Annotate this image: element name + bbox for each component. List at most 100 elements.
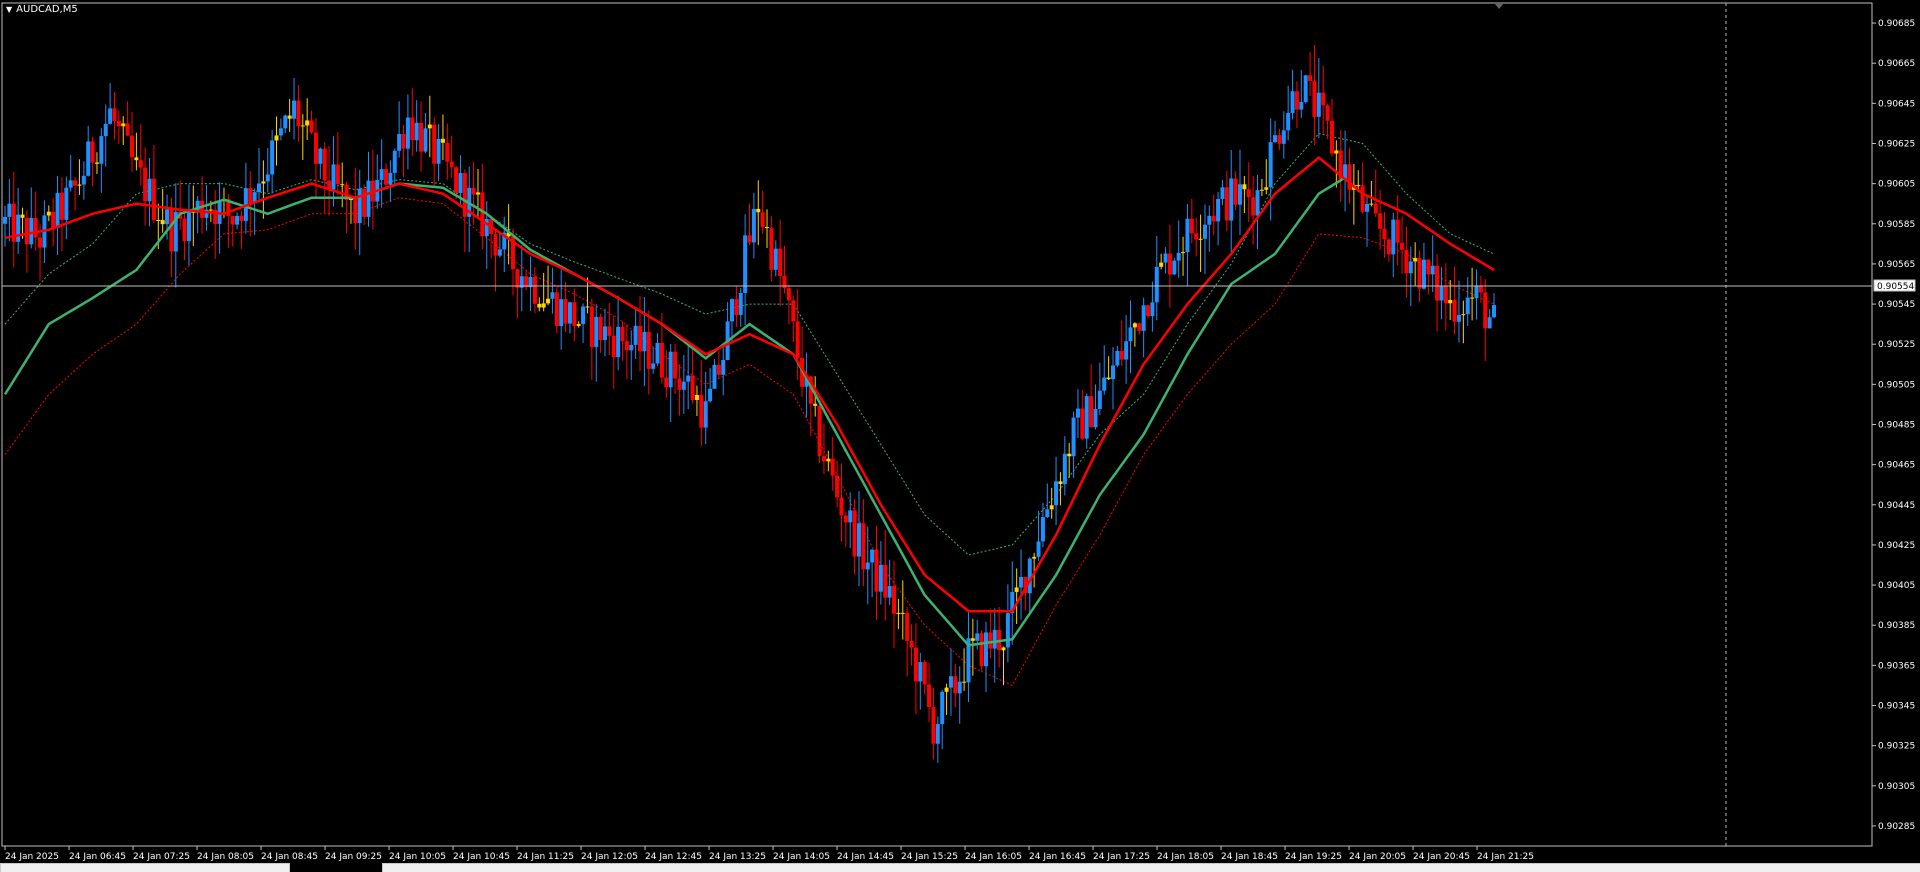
price-tick-label: 0.90545 [1878, 300, 1915, 310]
dropdown-arrow-icon[interactable]: ▼ [6, 5, 12, 14]
time-axis[interactable]: 24 Jan 2025 24 Jan 06:45 24 Jan 07:25 24 Ja… [4, 846, 1534, 862]
current-price-line: 0.90554 [2, 279, 1916, 292]
time-tick-label: 24 Jan 10:05 [389, 852, 446, 862]
candle-body [340, 184, 345, 186]
candle-body [1294, 91, 1299, 110]
candle-body [927, 684, 932, 707]
candle-body [646, 331, 651, 369]
candle-body [436, 138, 441, 164]
candle-body [388, 172, 393, 185]
candle-body [1216, 198, 1221, 222]
candle-body [900, 612, 905, 614]
candle-body [624, 341, 629, 351]
candles [3, 44, 1496, 763]
candle-body [1150, 302, 1155, 317]
candle-body [475, 192, 480, 195]
candle-body [200, 200, 205, 218]
candle-body [1356, 185, 1361, 187]
candle-body [292, 100, 297, 119]
candle-body [1395, 219, 1400, 243]
candle-body [1360, 185, 1365, 212]
candle-body [546, 298, 551, 304]
candle-body [1417, 258, 1422, 289]
candle-body [51, 211, 56, 228]
candle-body [550, 292, 555, 299]
candlestick-chart[interactable]: 0.90685 0.90665 0.90645 0.90625 0.90605 0.905… [0, 0, 1920, 862]
chart-tab[interactable] [382, 863, 1920, 872]
candle-body [589, 306, 594, 347]
candle-body [541, 303, 546, 308]
candle-body [1207, 215, 1212, 225]
candle-body [335, 164, 340, 185]
time-tick-label: 24 Jan 11:25 [517, 852, 574, 862]
candle-body [747, 235, 752, 243]
candle-body [357, 188, 362, 224]
chart-tabs-bar [0, 862, 1920, 872]
candle-body [235, 215, 240, 225]
candle-body [265, 174, 270, 182]
candle-body [830, 458, 835, 476]
candle-body [1461, 314, 1466, 316]
candle-body [1062, 453, 1067, 484]
candle-body [1132, 323, 1137, 328]
price-axis[interactable]: 0.90685 0.90665 0.90645 0.90625 0.90605 0.905… [1872, 19, 1915, 832]
candle-body [1268, 142, 1273, 188]
candle-body [708, 388, 713, 402]
candle-body [576, 324, 581, 326]
candle-body [554, 292, 559, 327]
candle-body [734, 299, 739, 315]
candle-body [1058, 481, 1063, 484]
candle-body [905, 612, 910, 642]
candle-body [1084, 396, 1089, 439]
candle-body [616, 326, 621, 358]
candle-body [1369, 203, 1374, 205]
candle-body [20, 214, 25, 218]
candle-body [659, 342, 664, 378]
candle-body [633, 325, 638, 345]
candle-body [1075, 408, 1080, 418]
candle-body [379, 169, 384, 180]
chart-title[interactable]: ▼ AUDCAD,M5 [6, 4, 78, 15]
candle-body [957, 681, 962, 694]
chart-window[interactable]: 0.90685 0.90665 0.90645 0.90625 0.90605 0.905… [0, 0, 1920, 872]
candle-body [1430, 265, 1435, 275]
candle-body [1220, 187, 1225, 199]
candle-body [449, 161, 454, 168]
candle-body [686, 375, 691, 382]
candle-body [821, 455, 826, 462]
candle-body [1194, 233, 1199, 240]
candle-body [1211, 215, 1216, 222]
time-tick-label: 24 Jan 08:05 [197, 852, 254, 862]
candle-body [55, 192, 60, 228]
candle-body [366, 180, 371, 217]
time-tick-label: 24 Jan 07:25 [133, 852, 190, 862]
candle-body [594, 316, 599, 347]
candle-body [699, 395, 704, 428]
candle-body [1181, 252, 1186, 254]
candle-body [537, 303, 542, 308]
candle-body [257, 183, 262, 193]
candle-body [165, 209, 170, 225]
price-tick-label: 0.90385 [1878, 621, 1915, 631]
chart-tab[interactable] [0, 863, 290, 872]
candle-body [1321, 92, 1326, 106]
candle-body [414, 122, 419, 141]
symbol-timeframe-label: AUDCAD,M5 [16, 4, 78, 15]
time-tick-label: 24 Jan 19:25 [1285, 852, 1342, 862]
candle-body [1316, 92, 1321, 117]
candle-body [852, 510, 857, 557]
price-tick-label: 0.90405 [1878, 581, 1915, 591]
candle-body [931, 706, 936, 744]
candle-body [480, 192, 485, 237]
candle-body [1115, 350, 1120, 366]
candle-body [795, 321, 800, 358]
candle-body [738, 292, 743, 315]
candle-body [182, 218, 187, 242]
candle-body [1071, 417, 1076, 457]
time-tick-label: 24 Jan 06:45 [69, 852, 126, 862]
lower-band-line [4, 197, 1495, 687]
candle-body [1246, 189, 1251, 198]
candle-body [103, 123, 108, 137]
candle-body [151, 178, 156, 220]
candle-body [1373, 203, 1378, 214]
